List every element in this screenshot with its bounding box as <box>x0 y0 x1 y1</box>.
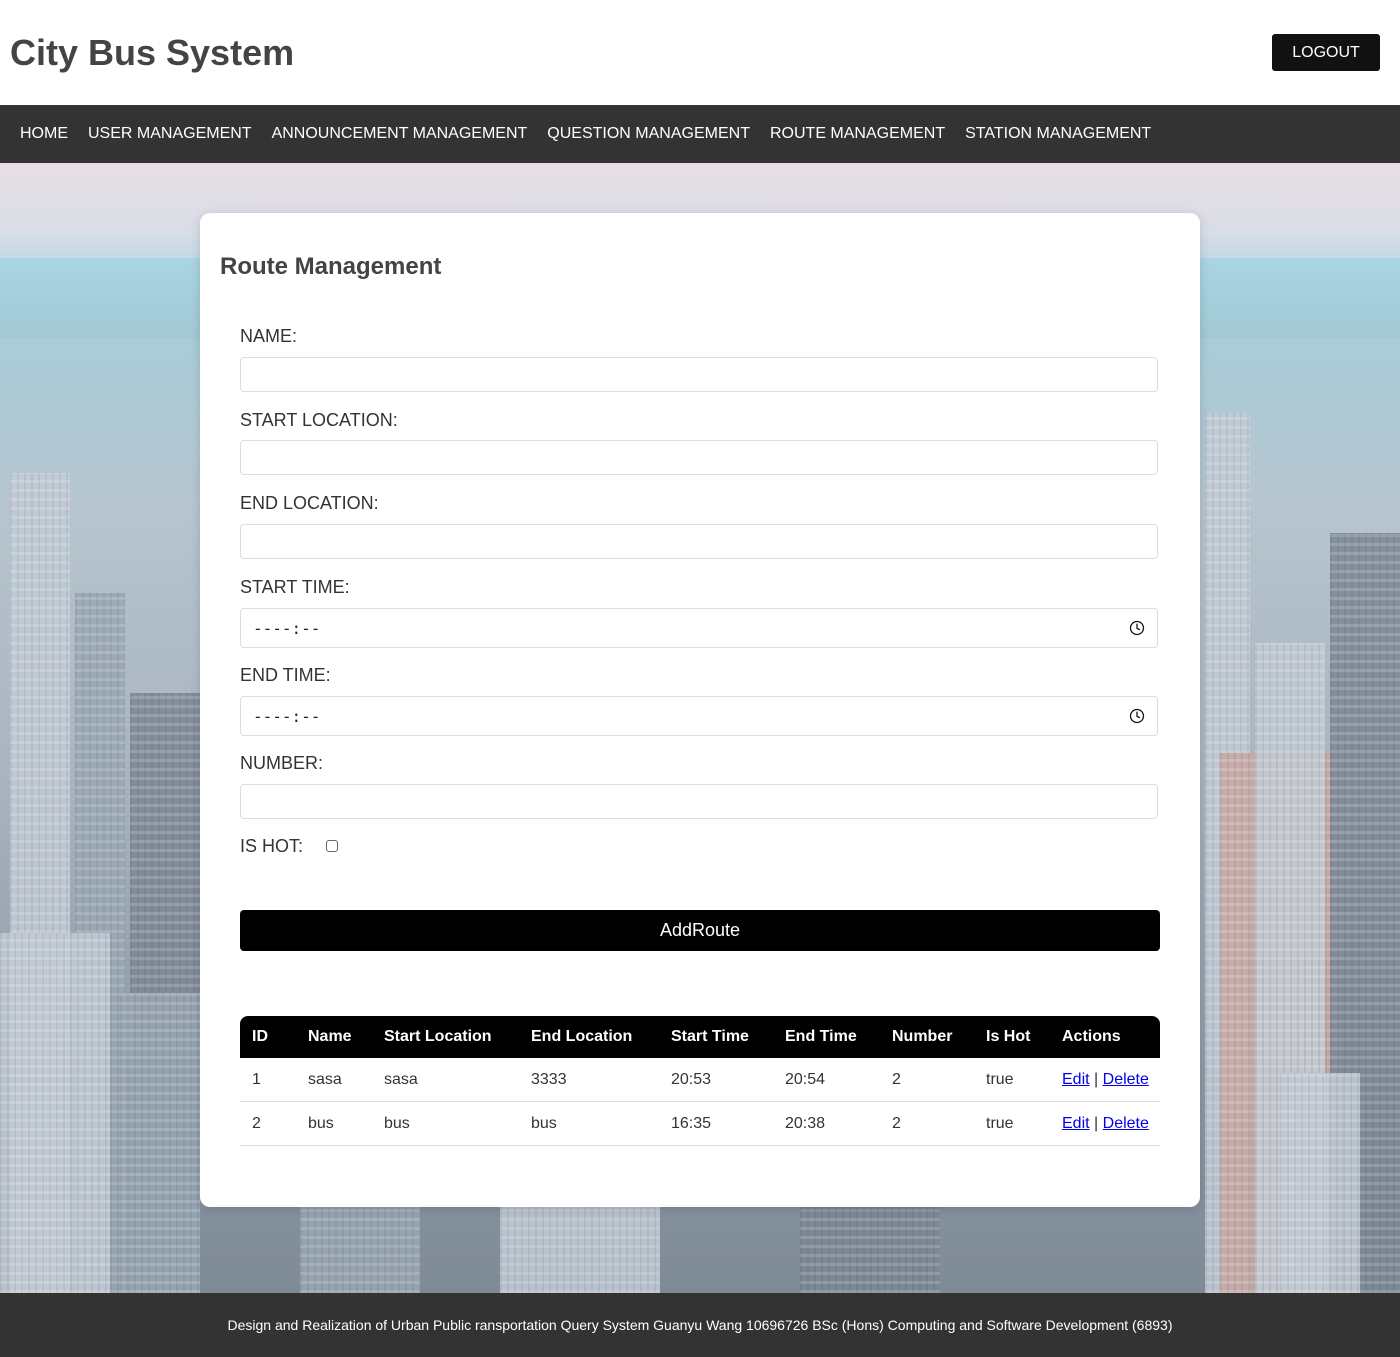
cell-is-hot: true <box>974 1101 1050 1146</box>
cell-end-time: 20:38 <box>773 1101 880 1146</box>
clock-icon[interactable] <box>1129 620 1145 636</box>
name-input[interactable] <box>240 357 1158 392</box>
footer-text: Design and Realization of Urban Public r… <box>227 1317 1173 1333</box>
nav-item-route-management[interactable]: ROUTE MANAGEMENT <box>770 125 945 143</box>
edit-link[interactable]: Edit <box>1062 1115 1090 1132</box>
end-location-input[interactable] <box>240 524 1158 559</box>
cell-is-hot: true <box>974 1058 1050 1102</box>
table-row: 2 bus bus bus 16:35 20:38 2 true Edit | … <box>240 1101 1160 1146</box>
end-time-placeholder: ----:-- <box>253 706 321 726</box>
end-time-input[interactable]: ----:-- <box>240 696 1158 736</box>
building <box>0 933 110 1293</box>
column-header-start-location: Start Location <box>384 1028 492 1045</box>
app-title: City Bus System <box>10 32 295 73</box>
number-label: NUMBER: <box>240 753 324 773</box>
cell-start-location: bus <box>372 1101 519 1146</box>
start-time-placeholder: ----:-- <box>253 618 321 638</box>
column-header-is-hot: Is Hot <box>986 1028 1031 1045</box>
nav-item-station-management[interactable]: STATION MANAGEMENT <box>965 125 1151 143</box>
building <box>1280 1073 1360 1293</box>
cell-end-location: 3333 <box>519 1058 659 1102</box>
cell-number: 2 <box>880 1058 974 1102</box>
column-header-name: Name <box>308 1028 352 1045</box>
page-title: Route Management <box>220 253 442 280</box>
end-time-label: END TIME: <box>240 665 331 685</box>
nav-item-user-management[interactable]: USER MANAGEMENT <box>88 125 252 143</box>
column-header-start-time: Start Time <box>671 1028 749 1045</box>
nav-item-announcement-management[interactable]: ANNOUNCEMENT MANAGEMENT <box>272 125 528 143</box>
cell-start-time: 16:35 <box>659 1101 773 1146</box>
edit-link[interactable]: Edit <box>1062 1071 1090 1088</box>
table-row: 1 sasa sasa 3333 20:53 20:54 2 true Edit… <box>240 1058 1160 1102</box>
end-location-label: END LOCATION: <box>240 493 379 513</box>
is-hot-label: IS HOT: <box>240 836 304 856</box>
cell-actions: Edit | Delete <box>1050 1058 1160 1102</box>
routes-table: ID Name Start Location End Location Star… <box>240 1016 1160 1146</box>
main-nav: HOME USER MANAGEMENT ANNOUNCEMENT MANAGE… <box>0 105 1400 163</box>
number-input[interactable] <box>240 784 1158 819</box>
cell-id: 2 <box>240 1101 296 1146</box>
cell-name: bus <box>296 1101 372 1146</box>
start-time-input[interactable]: ----:-- <box>240 608 1158 648</box>
header: City Bus System LOGOUT <box>0 0 1400 105</box>
route-management-card: Route Management NAME: START LOCATION: E… <box>200 213 1200 1207</box>
logout-button[interactable]: LOGOUT <box>1272 34 1380 71</box>
footer: Design and Realization of Urban Public r… <box>0 1293 1400 1357</box>
action-separator: | <box>1094 1070 1099 1088</box>
building <box>300 1193 420 1293</box>
add-route-button[interactable]: AddRoute <box>240 910 1160 951</box>
cell-id: 1 <box>240 1058 296 1102</box>
start-location-label: START LOCATION: <box>240 410 398 430</box>
start-time-label: START TIME: <box>240 577 350 597</box>
column-header-end-location: End Location <box>531 1028 633 1045</box>
building <box>500 1203 660 1293</box>
cell-start-location: sasa <box>372 1058 519 1102</box>
action-separator: | <box>1094 1114 1099 1132</box>
name-label: NAME: <box>240 326 298 346</box>
column-header-actions: Actions <box>1062 1028 1121 1045</box>
delete-link[interactable]: Delete <box>1103 1115 1149 1132</box>
cell-actions: Edit | Delete <box>1050 1101 1160 1146</box>
start-location-input[interactable] <box>240 440 1158 475</box>
cell-end-time: 20:54 <box>773 1058 880 1102</box>
clock-icon[interactable] <box>1129 708 1145 724</box>
table-header-row: ID Name Start Location End Location Star… <box>240 1016 1160 1058</box>
delete-link[interactable]: Delete <box>1103 1071 1149 1088</box>
column-header-number: Number <box>892 1028 953 1045</box>
is-hot-checkbox[interactable] <box>326 840 338 852</box>
cell-start-time: 20:53 <box>659 1058 773 1102</box>
cell-end-location: bus <box>519 1101 659 1146</box>
nav-item-question-management[interactable]: QUESTION MANAGEMENT <box>547 125 750 143</box>
cell-name: sasa <box>296 1058 372 1102</box>
building <box>120 993 200 1293</box>
column-header-id: ID <box>252 1028 268 1045</box>
cell-number: 2 <box>880 1101 974 1146</box>
nav-item-home[interactable]: HOME <box>20 125 68 143</box>
column-header-end-time: End Time <box>785 1028 857 1045</box>
